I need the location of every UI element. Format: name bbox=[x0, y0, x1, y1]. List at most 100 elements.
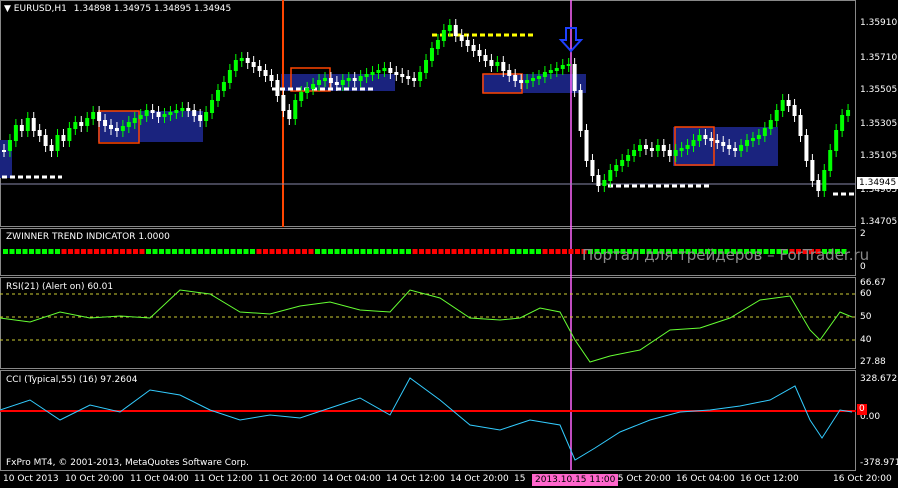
trend-dot bbox=[185, 249, 190, 254]
trend-dot bbox=[445, 249, 450, 254]
candle-body bbox=[822, 170, 827, 191]
candle-body bbox=[483, 55, 488, 61]
candle-body bbox=[269, 75, 274, 81]
candle-body bbox=[180, 108, 185, 111]
trend-dot bbox=[386, 249, 392, 254]
candle-body bbox=[614, 165, 619, 171]
time-axis-label: 15 bbox=[514, 474, 526, 484]
rsi-axis-label: 40 bbox=[860, 335, 872, 345]
candle-body bbox=[61, 135, 66, 141]
trend-dot bbox=[55, 249, 60, 254]
rsi-axis-label: 60 bbox=[860, 289, 872, 299]
candle-body bbox=[311, 84, 316, 89]
rsi-axis-label: 27.88 bbox=[860, 357, 886, 367]
trend-dot bbox=[315, 249, 320, 254]
trend-dot bbox=[87, 249, 93, 254]
trend-dot bbox=[35, 249, 41, 254]
trend-dot bbox=[126, 249, 132, 254]
trend-dot bbox=[419, 249, 424, 254]
candle-body bbox=[489, 60, 494, 66]
trend-dot bbox=[549, 249, 554, 254]
price-axis-label: 1.35305 bbox=[860, 119, 898, 129]
trend-dot bbox=[250, 249, 255, 254]
trend-dot bbox=[360, 249, 366, 254]
candle-body bbox=[495, 62, 500, 66]
candle-body bbox=[685, 145, 690, 149]
candle-body bbox=[560, 65, 565, 69]
candle-body bbox=[394, 72, 399, 75]
candle-body bbox=[828, 150, 833, 171]
copyright-text: FxPro MT4, © 2001-2013, MetaQuotes Softw… bbox=[6, 458, 249, 468]
candle-body bbox=[215, 90, 220, 101]
trend-dot bbox=[464, 249, 470, 254]
trend-dot bbox=[477, 249, 483, 254]
trend-dot bbox=[471, 249, 476, 254]
candle-body bbox=[37, 130, 42, 136]
candle-body bbox=[13, 125, 18, 141]
candle-body bbox=[840, 115, 845, 131]
trend-dot bbox=[523, 249, 528, 254]
candle-body bbox=[721, 142, 726, 146]
candle-body bbox=[846, 110, 851, 116]
candle-body bbox=[536, 76, 541, 79]
trend-dot bbox=[113, 249, 119, 254]
terminal-chart[interactable] bbox=[0, 0, 898, 488]
candle-body bbox=[186, 108, 191, 111]
candle-body bbox=[328, 78, 333, 83]
trend-dot bbox=[237, 249, 242, 254]
candle-body bbox=[727, 145, 732, 149]
trend-dot bbox=[367, 249, 372, 254]
price-axis-label: 1.35910 bbox=[860, 18, 898, 28]
trend-dot bbox=[484, 249, 489, 254]
candle-body bbox=[780, 100, 785, 111]
candle-body bbox=[79, 122, 84, 126]
candle-body bbox=[370, 72, 375, 75]
candle-body bbox=[453, 25, 458, 36]
candle-body bbox=[590, 160, 595, 176]
candle-body bbox=[19, 125, 24, 131]
cursor-time-tag: 2013.10.15 11:00 bbox=[532, 474, 619, 486]
candle-body bbox=[643, 145, 648, 149]
candle-body bbox=[531, 78, 536, 81]
trend-dot bbox=[243, 249, 249, 254]
rsi-panel-frame bbox=[0, 277, 856, 369]
candle-body bbox=[299, 92, 304, 101]
time-axis-label: 10 Oct 2013 bbox=[3, 474, 59, 484]
trend-dot bbox=[575, 249, 580, 254]
candle-body bbox=[554, 68, 559, 71]
trend-dot bbox=[74, 249, 80, 254]
candle-body bbox=[786, 100, 791, 106]
candle-body bbox=[673, 150, 678, 156]
trend-dot bbox=[211, 249, 216, 254]
trend-dot bbox=[276, 249, 281, 254]
candle-body bbox=[287, 110, 292, 119]
candle-body bbox=[281, 95, 286, 111]
trend-dot bbox=[29, 249, 34, 254]
trend-dot bbox=[393, 249, 398, 254]
candle-body bbox=[459, 35, 464, 41]
trend-dot bbox=[510, 249, 515, 254]
candle-body bbox=[756, 135, 761, 139]
trend-dot bbox=[536, 249, 541, 254]
candle-body bbox=[715, 140, 720, 143]
candle-body bbox=[471, 45, 476, 51]
candle-body bbox=[400, 74, 405, 77]
trend-dot bbox=[61, 249, 67, 254]
cci-line bbox=[0, 377, 853, 461]
candle-body bbox=[322, 78, 327, 81]
candle-body bbox=[762, 128, 767, 136]
candle-body bbox=[447, 25, 452, 31]
dropdown-triangle-icon[interactable]: ▼ bbox=[4, 4, 11, 14]
candle-body bbox=[239, 58, 244, 61]
rsi-axis-label: 50 bbox=[860, 312, 872, 322]
candle-body bbox=[382, 68, 387, 71]
candle-body bbox=[192, 110, 197, 116]
candle-body bbox=[465, 40, 470, 46]
trend-dot bbox=[191, 249, 197, 254]
price-axis-label: 1.35505 bbox=[860, 85, 898, 95]
candle-body bbox=[334, 82, 339, 85]
trend-dot bbox=[178, 249, 184, 254]
candle-body bbox=[477, 50, 482, 56]
candle-body bbox=[358, 76, 363, 81]
time-axis-label: 11 Oct 12:00 bbox=[194, 474, 253, 484]
